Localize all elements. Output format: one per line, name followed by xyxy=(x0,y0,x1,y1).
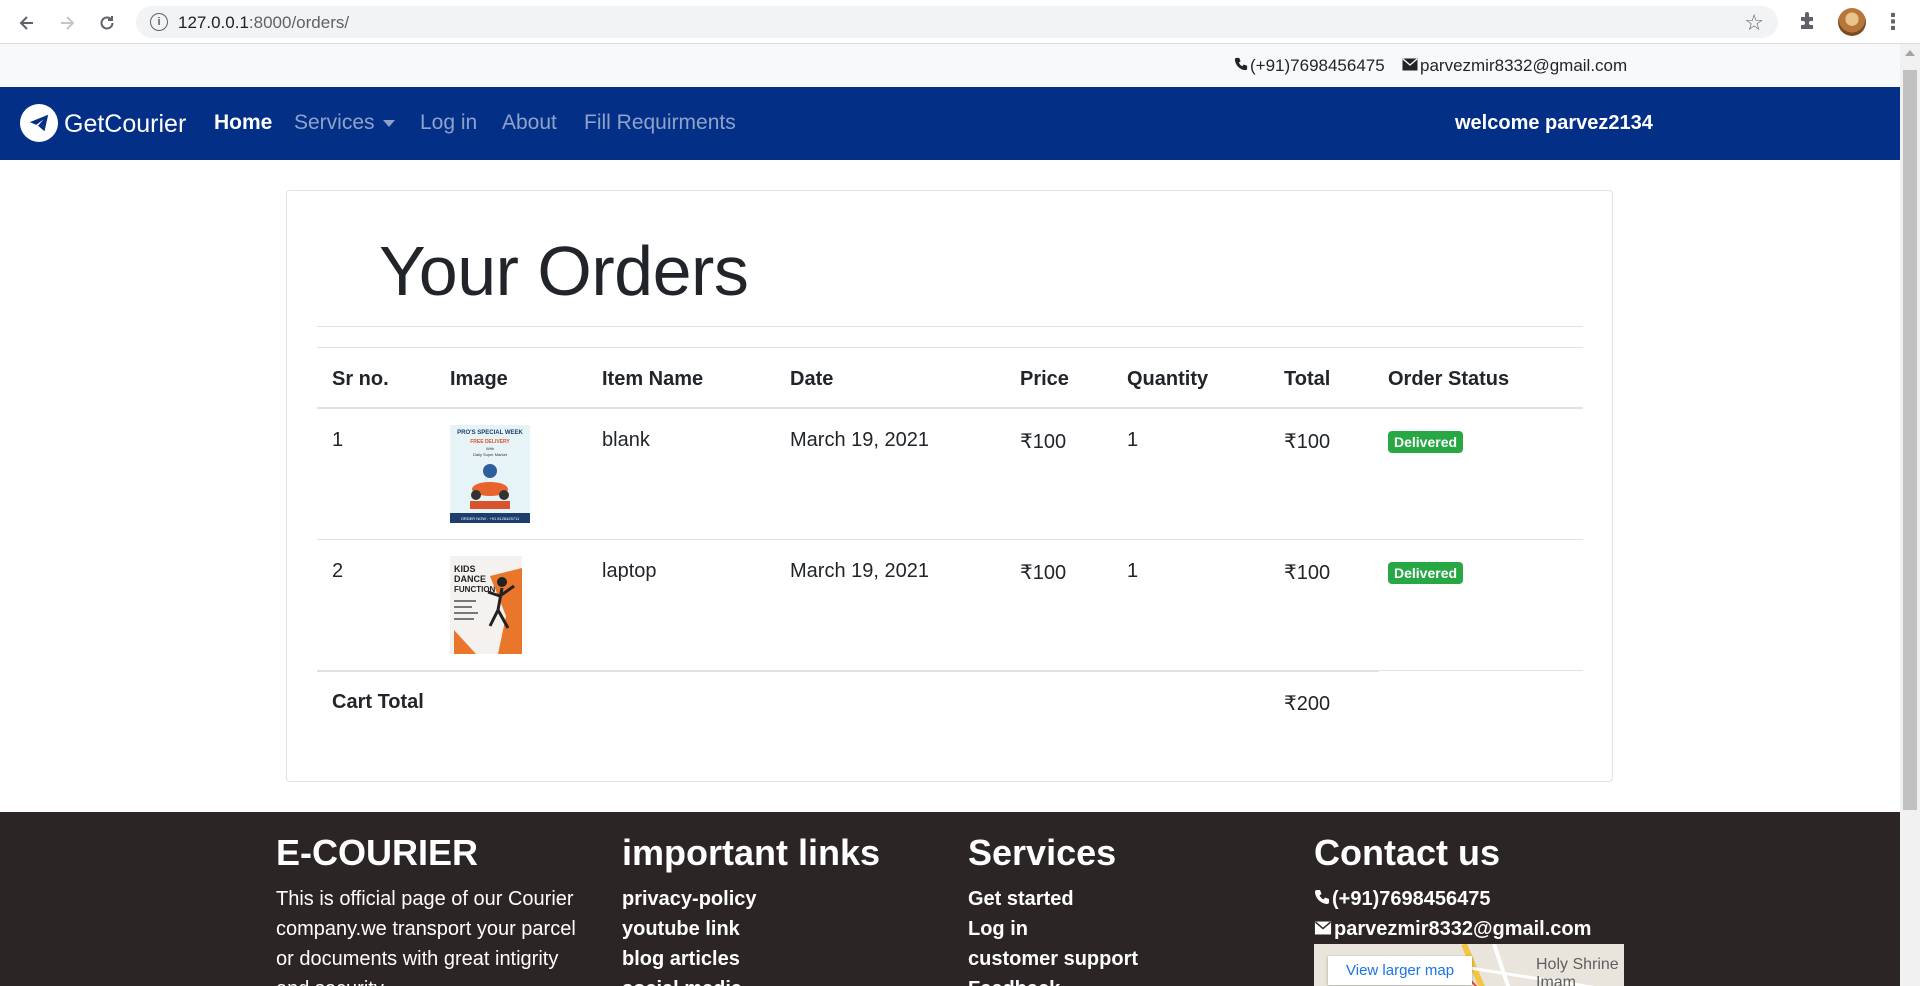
back-arrow-icon[interactable] xyxy=(14,10,40,36)
cell-quantity: 1 xyxy=(1127,429,1139,451)
map-place-label: Holy ShrineImam Husain xyxy=(1536,956,1619,986)
footer-heading: E-COURIER xyxy=(276,832,479,873)
status-badge: Delivered xyxy=(1388,431,1464,453)
profile-avatar[interactable] xyxy=(1838,8,1866,36)
envelope-icon xyxy=(1402,56,1418,76)
phone-icon xyxy=(1234,56,1248,76)
nav-fill-requirements[interactable]: Fill Requirments xyxy=(584,111,736,135)
topbar-phone: (+91)7698456475 xyxy=(1234,56,1385,76)
caret-down-icon xyxy=(382,119,395,127)
embedded-map[interactable]: View larger map Holy ShrineImam Husain xyxy=(1314,944,1624,986)
footer-link-get-started[interactable]: Get started xyxy=(968,884,1138,914)
cell-item-name: blank xyxy=(602,429,650,451)
scrollbar-thumb[interactable] xyxy=(1903,70,1917,810)
address-bar[interactable]: i 127.0.0.1:8000/orders/ ☆ xyxy=(136,6,1778,38)
header-date: Date xyxy=(790,368,834,390)
orders-card: Your Orders Sr no. Image Item Name Date … xyxy=(286,190,1613,782)
footer-phone-text: (+91)7698456475 xyxy=(1332,888,1491,910)
divider xyxy=(317,671,1379,672)
header-image: Image xyxy=(450,368,508,390)
cell-total: ₹100 xyxy=(1284,431,1331,453)
thumb1-line1: FREE DELIVERY xyxy=(470,439,510,445)
welcome-user: welcome parvez2134 xyxy=(1455,112,1653,134)
thumb1-line2: With xyxy=(486,446,494,451)
envelope-icon xyxy=(1314,914,1332,944)
forward-arrow-icon[interactable] xyxy=(54,10,80,36)
thumb2-line2: DANCE xyxy=(454,574,486,584)
cart-total-label: Cart Total xyxy=(332,691,424,713)
contact-topbar: (+91)7698456475 parvezmir8332@gmail.com xyxy=(0,44,1900,87)
footer-heading: Services xyxy=(968,832,1117,873)
nav-about[interactable]: About xyxy=(502,111,557,135)
header-item-name: Item Name xyxy=(602,368,704,390)
header-order-status: Order Status xyxy=(1388,368,1510,390)
cell-quantity: 1 xyxy=(1127,560,1139,582)
item-image-dance-poster[interactable]: KIDS DANCE FUNCTION xyxy=(450,556,530,654)
nav-login[interactable]: Log in xyxy=(420,111,477,135)
browser-toolbar: i 127.0.0.1:8000/orders/ ☆ ⋮ xyxy=(0,0,1920,44)
paper-plane-icon[interactable] xyxy=(20,104,58,142)
nav-home[interactable]: Home xyxy=(214,111,272,135)
topbar-phone-text: (+91)7698456475 xyxy=(1250,56,1385,75)
cell-sr: 2 xyxy=(332,560,344,582)
status-badge: Delivered xyxy=(1388,562,1464,584)
footer-link-feedback[interactable]: Feedback xyxy=(968,974,1138,986)
header-total: Total xyxy=(1284,368,1331,390)
footer-link-support[interactable]: customer support xyxy=(968,944,1138,974)
header-price: Price xyxy=(1020,368,1069,390)
cell-sr: 1 xyxy=(332,429,344,451)
page-viewport: (+91)7698456475 parvezmir8332@gmail.com … xyxy=(0,44,1900,986)
scroll-up-arrow-icon[interactable] xyxy=(1905,50,1915,56)
footer-link-youtube[interactable]: youtube link xyxy=(622,914,880,944)
site-info-icon[interactable]: i xyxy=(150,13,168,31)
table-header: Sr no. Image Item Name Date Price Quanti… xyxy=(317,347,1583,409)
footer-heading: important links xyxy=(622,832,881,873)
footer-email-text: parvezmir8332@gmail.com xyxy=(1334,918,1592,940)
footer-link-login[interactable]: Log in xyxy=(968,914,1138,944)
topbar-email: parvezmir8332@gmail.com xyxy=(1402,56,1627,76)
topbar-email-text: parvezmir8332@gmail.com xyxy=(1420,56,1628,75)
thumb1-title: PRO'S SPECIAL WEEK xyxy=(457,430,523,436)
browser-menu-icon[interactable]: ⋮ xyxy=(1882,9,1904,35)
thumb2-line1: KIDS xyxy=(454,564,476,574)
footer-link-social[interactable]: social media xyxy=(622,974,880,986)
thumb1-footer: ORDER NOW : +91 8128425711 xyxy=(461,516,520,521)
thumb1-line3: Daily Super Market xyxy=(473,452,508,457)
footer-col-contact: Contact us (+91)7698456475 parvezmir8332… xyxy=(1314,832,1591,944)
reload-icon[interactable] xyxy=(94,10,120,36)
item-image-flyer[interactable]: PRO'S SPECIAL WEEK FREE DELIVERY With Da… xyxy=(450,425,530,523)
footer-email: parvezmir8332@gmail.com xyxy=(1314,914,1591,944)
view-larger-map-button[interactable]: View larger map xyxy=(1328,956,1473,985)
footer-link-blog[interactable]: blog articles xyxy=(622,944,880,974)
phone-icon xyxy=(1314,884,1330,914)
cart-total-value: ₹200 xyxy=(1284,693,1331,715)
page-scrollbar[interactable] xyxy=(1900,44,1920,986)
bookmark-star-icon[interactable]: ☆ xyxy=(1744,10,1764,36)
brand-name[interactable]: GetCourier xyxy=(64,110,186,139)
header-quantity: Quantity xyxy=(1127,368,1209,390)
footer-col-links: important links privacy-policy youtube l… xyxy=(622,832,880,986)
extensions-puzzle-icon[interactable] xyxy=(1797,9,1819,37)
url-text[interactable]: 127.0.0.1:8000/orders/ xyxy=(178,13,349,33)
footer-about-text: This is official page of our Courier com… xyxy=(276,888,576,986)
cell-total: ₹100 xyxy=(1284,562,1331,584)
cell-price: ₹100 xyxy=(1020,431,1067,453)
cell-item-name: laptop xyxy=(602,560,657,582)
footer-col-about: E-COURIER This is official page of our C… xyxy=(276,832,586,986)
footer-col-services: Services Get started Log in customer sup… xyxy=(968,832,1138,986)
header-sr-no: Sr no. xyxy=(332,368,389,390)
cell-price: ₹100 xyxy=(1020,562,1067,584)
nav-services-dropdown[interactable]: Services xyxy=(294,111,395,135)
cart-total-row: Cart Total ₹200 xyxy=(317,671,1583,733)
footer-link-privacy[interactable]: privacy-policy xyxy=(622,884,880,914)
footer-phone: (+91)7698456475 xyxy=(1314,884,1591,914)
page-title: Your Orders xyxy=(379,232,749,310)
main-navbar: GetCourier Home Services Log in About Fi… xyxy=(0,87,1900,160)
table-row: 1 PRO'S SPECIAL WEEK FREE DELIVERY With … xyxy=(317,409,1583,540)
cell-date: March 19, 2021 xyxy=(790,560,929,582)
divider xyxy=(317,326,1583,327)
cell-date: March 19, 2021 xyxy=(790,429,929,451)
footer-heading: Contact us xyxy=(1314,832,1501,873)
table-row: 2 KIDS DANCE FUNCTION laptop March 19, 2… xyxy=(317,540,1583,671)
